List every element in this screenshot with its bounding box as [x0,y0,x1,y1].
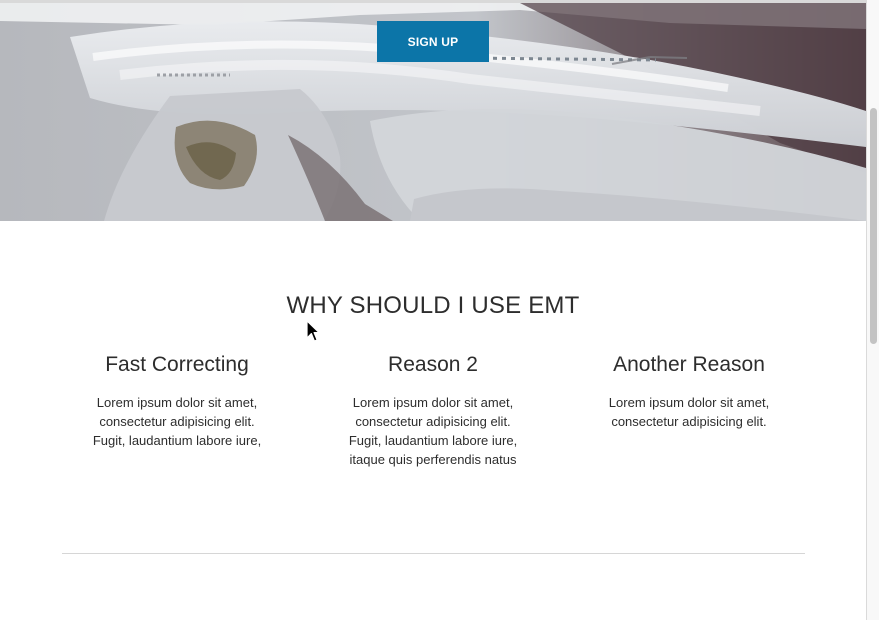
top-edge-line [0,0,866,3]
reason-description-line: Lorem ipsum dolor sit amet, [352,395,514,410]
reason-description-line: Lorem ipsum dolor sit amet, [608,395,770,410]
reason-description-line: Fugit, laudantium labore iure, [348,433,518,448]
scrollbar-thumb[interactable] [870,108,877,344]
reason-description-line: consectetur adipisicing elit. [355,414,511,429]
reason-title: Fast Correcting [105,353,249,376]
landing-page: SIGN UP WHY SHOULD I USE EMT Fast Correc… [0,0,866,620]
reason-card-another-reason: Another Reason Lorem ipsum dolor sit ame… [579,350,799,431]
hero-banner: SIGN UP [0,3,866,221]
reason-card-fast-correcting: Fast Correcting Lorem ipsum dolor sit am… [67,350,287,450]
reason-title: Reason 2 [388,353,478,376]
section-divider [62,553,805,554]
reason-description-line: consectetur adipisicing elit. [611,414,767,429]
reason-description-line: Fugit, laudantium labore iure, [92,433,262,448]
reason-description-line: Lorem ipsum dolor sit amet, [96,395,258,410]
reason-card-reason-2: Reason 2 Lorem ipsum dolor sit amet, con… [323,350,543,469]
mouse-pointer-icon [306,320,320,342]
reason-description: Lorem ipsum dolor sit amet, consectetur … [67,393,287,450]
sign-up-button[interactable]: SIGN UP [377,21,489,62]
reason-description: Lorem ipsum dolor sit amet, consectetur … [323,393,543,469]
reason-description-line: consectetur adipisicing elit. [99,414,255,429]
reason-title: Another Reason [613,353,765,376]
reason-description-line: itaque quis perferendis natus [349,452,517,467]
section-title: WHY SHOULD I USE EMT [286,292,580,319]
reason-description: Lorem ipsum dolor sit amet, consectetur … [579,393,799,431]
